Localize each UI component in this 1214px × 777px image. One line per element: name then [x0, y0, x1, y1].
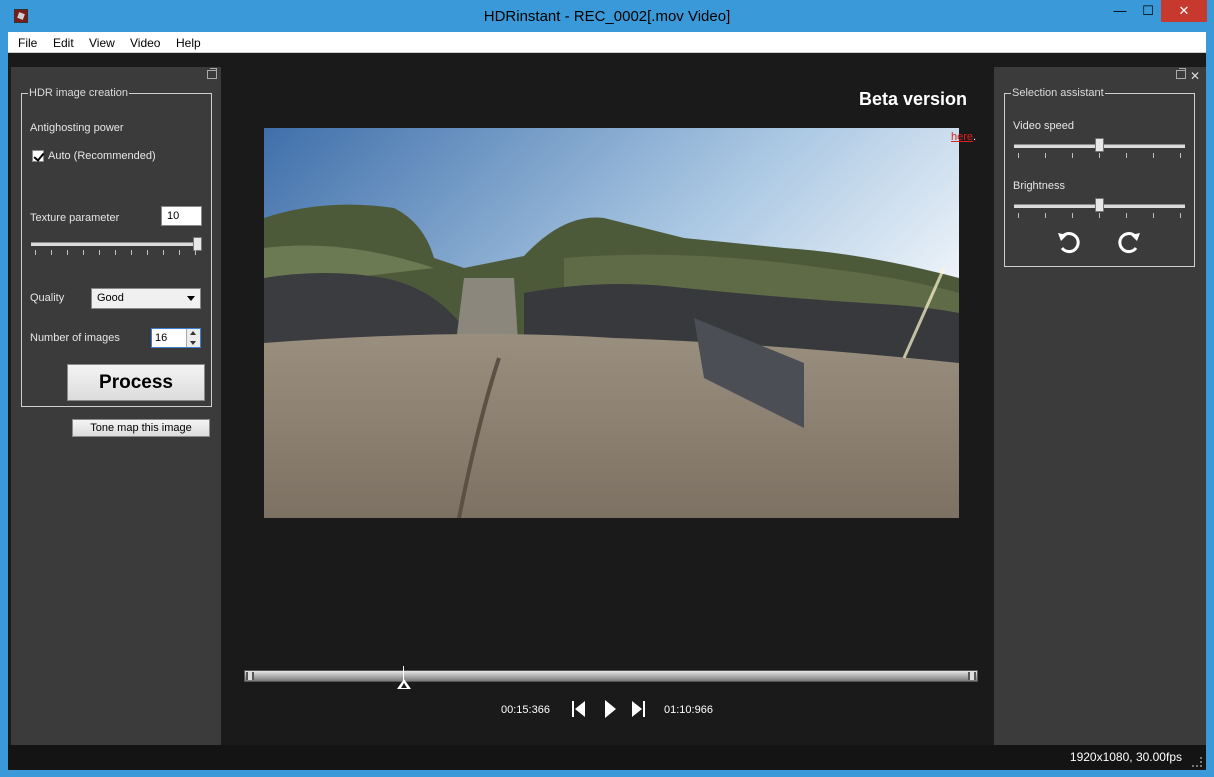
texture-slider-track[interactable] — [31, 242, 202, 246]
num-images-spinbox[interactable]: 16 — [151, 328, 201, 348]
texture-value-input[interactable]: 10 — [161, 206, 202, 226]
hdr-creation-panel: HDR image creation Antighosting power Au… — [11, 67, 221, 745]
selection-assistant-group-title: Selection assistant — [1011, 87, 1105, 99]
status-bar: 1920x1080, 30.00fps — [8, 745, 1206, 770]
playhead-marker-inner — [400, 683, 407, 688]
quality-label: Quality — [30, 292, 65, 304]
process-button[interactable]: Process — [67, 364, 205, 401]
rotate-right-icon[interactable] — [1116, 229, 1142, 255]
menu-video[interactable]: Video — [130, 36, 160, 50]
video-speed-ticks — [1018, 153, 1184, 159]
step-forward-icon[interactable] — [630, 699, 646, 719]
dock-float-icon[interactable] — [1176, 68, 1186, 79]
window-title: HDRinstant - REC_0002[.mov Video] — [483, 8, 731, 25]
menu-bar: File Edit View Video Help — [8, 32, 1206, 53]
spin-up-icon[interactable] — [190, 331, 196, 335]
rotate-left-icon[interactable] — [1056, 229, 1082, 255]
hdr-creation-group-title: HDR image creation — [28, 87, 130, 99]
video-speed-label: Video speed — [1013, 120, 1074, 132]
spin-down-icon[interactable] — [190, 341, 196, 345]
texture-slider-handle[interactable] — [193, 237, 202, 251]
spin-buttons[interactable] — [186, 329, 200, 347]
video-preview[interactable] — [264, 128, 959, 518]
num-images-value: 16 — [155, 332, 168, 344]
tone-map-button[interactable]: Tone map this image — [72, 419, 210, 437]
menu-edit[interactable]: Edit — [53, 36, 74, 50]
menu-help[interactable]: Help — [176, 36, 201, 50]
current-time: 00:15:366 — [501, 704, 550, 716]
resize-grip-icon[interactable] — [1192, 757, 1202, 767]
here-suffix: . — [973, 131, 977, 143]
maximize-button[interactable]: ☐ — [1133, 0, 1163, 22]
brightness-slider-handle[interactable] — [1095, 198, 1104, 212]
auto-label: Auto (Recommended) — [48, 150, 156, 162]
step-back-icon[interactable] — [571, 699, 587, 719]
timeline-end-handle[interactable] — [968, 672, 976, 680]
video-info-status: 1920x1080, 30.00fps — [1069, 750, 1182, 764]
client-area: HDR image creation Antighosting power Au… — [8, 53, 1206, 770]
texture-label: Texture parameter — [30, 212, 120, 224]
quality-dropdown[interactable]: Good — [91, 288, 201, 309]
dock-float-icon[interactable] — [207, 68, 217, 79]
chevron-down-icon — [187, 296, 195, 301]
menu-file[interactable]: File — [18, 36, 37, 50]
selection-assistant-panel: ✕ Selection assistant Video speed Bright… — [994, 67, 1206, 745]
close-icon[interactable]: ✕ — [1190, 69, 1200, 83]
play-icon[interactable] — [602, 699, 618, 719]
timeline-start-handle[interactable] — [246, 672, 254, 680]
auto-checkbox[interactable] — [32, 150, 44, 162]
here-link[interactable]: here — [951, 131, 973, 143]
video-speed-slider-handle[interactable] — [1095, 138, 1104, 152]
brightness-ticks — [1018, 213, 1184, 219]
brightness-label: Brightness — [1013, 180, 1065, 192]
minimize-button[interactable]: — — [1105, 0, 1135, 22]
antighosting-label: Antighosting power — [30, 122, 124, 134]
close-button[interactable]: ✕ — [1161, 0, 1207, 22]
quality-value: Good — [97, 292, 124, 304]
texture-slider-ticks — [35, 250, 201, 256]
title-bar[interactable]: HDRinstant - REC_0002[.mov Video] — ☐ ✕ — [0, 0, 1214, 32]
total-time: 01:10:966 — [664, 704, 713, 716]
beach-scene-image — [264, 128, 959, 518]
num-images-label: Number of images — [30, 332, 120, 344]
beta-version-label: Beta version — [859, 89, 968, 109]
menu-view[interactable]: View — [89, 36, 115, 50]
app-window: HDRinstant - REC_0002[.mov Video] — ☐ ✕ … — [0, 0, 1214, 777]
video-timeline[interactable] — [244, 670, 978, 682]
